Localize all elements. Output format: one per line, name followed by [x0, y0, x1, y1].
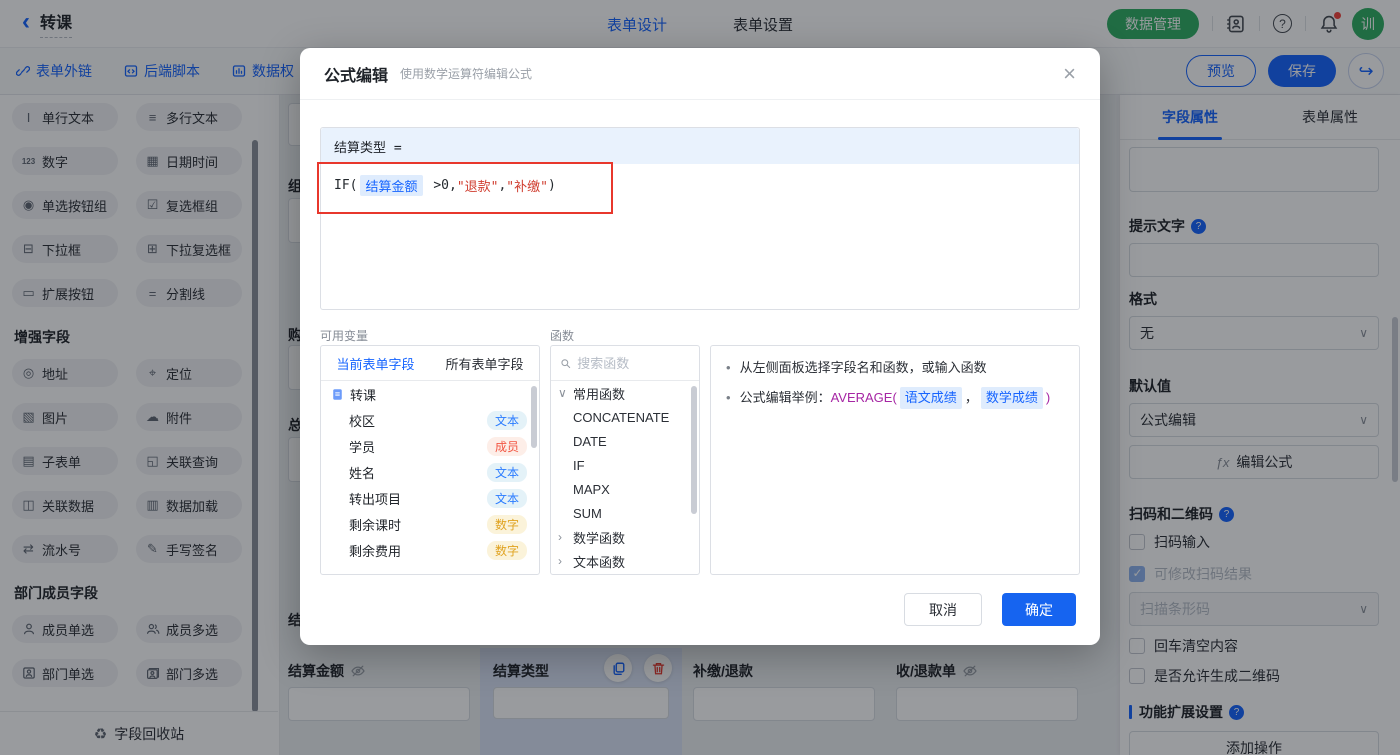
functions-panel: ∨常用函数CONCATENATEDATEIFMAPXSUM›数学函数›文本函数: [550, 345, 700, 575]
formula-segment: "补缴": [506, 176, 548, 195]
cancel-button[interactable]: 取消: [904, 593, 982, 626]
formula-expression[interactable]: IF(结算金额 >0,"退款","补缴"): [321, 164, 1079, 207]
formula-segment: >0,: [426, 178, 457, 193]
variable-item[interactable]: 剩余费用数字: [321, 537, 539, 563]
formula-segment: "退款": [457, 176, 499, 195]
variable-item[interactable]: 姓名文本: [321, 459, 539, 485]
doc-icon: [331, 388, 344, 401]
close-icon[interactable]: ×: [1063, 63, 1076, 85]
field-type-badge: 文本: [487, 463, 527, 482]
formula-segment: ): [548, 178, 556, 193]
function-item[interactable]: DATE: [551, 429, 699, 453]
formula-segment: ,: [498, 178, 506, 193]
chevron-right-icon: ›: [558, 530, 569, 544]
search-icon: [560, 357, 571, 370]
function-search-input[interactable]: [577, 356, 690, 371]
tab-current-form-fields[interactable]: 当前表单字段: [321, 346, 430, 380]
variables-scrollbar[interactable]: [531, 386, 537, 448]
variable-item[interactable]: 学员成员: [321, 433, 539, 459]
bullet: •: [726, 358, 731, 378]
function-search[interactable]: [551, 346, 699, 381]
formula-help-panel: • 从左侧面板选择字段名和函数，或输入函数 • 公式编辑举例：AVERAGE(语…: [710, 345, 1080, 575]
chevron-down-icon: ∨: [558, 386, 569, 400]
example-field-chip: 数学成绩: [981, 387, 1043, 409]
dialog-subtitle: 使用数学运算符编辑公式: [400, 65, 532, 82]
functions-scrollbar[interactable]: [691, 386, 697, 514]
function-group[interactable]: ›文本函数: [551, 549, 699, 573]
variables-section-label: 可用变量: [320, 327, 368, 344]
dialog-title: 公式编辑: [324, 62, 388, 86]
bullet: •: [726, 388, 731, 408]
variable-item[interactable]: 转出项目文本: [321, 485, 539, 511]
field-type-badge: 数字: [487, 541, 527, 560]
function-item[interactable]: CONCATENATE: [551, 405, 699, 429]
help-line: • 从左侧面板选择字段名和函数，或输入函数: [726, 358, 1064, 378]
chevron-right-icon: ›: [558, 554, 569, 568]
variable-item[interactable]: 剩余课时数字: [321, 511, 539, 537]
function-item[interactable]: IF: [551, 453, 699, 477]
variable-item[interactable]: 校区文本: [321, 407, 539, 433]
function-item[interactable]: MAPX: [551, 477, 699, 501]
confirm-button[interactable]: 确定: [1002, 593, 1076, 626]
variable-form-root[interactable]: 转课: [321, 381, 539, 407]
tab-all-form-fields[interactable]: 所有表单字段: [430, 346, 539, 380]
field-type-badge: 成员: [487, 437, 527, 456]
formula-editor[interactable]: 结算类型 = IF(结算金额 >0,"退款","补缴"): [320, 127, 1080, 310]
variables-panel: 当前表单字段 所有表单字段 转课校区文本学员成员姓名文本转出项目文本剩余课时数字…: [320, 345, 540, 575]
example-field-chip: 语文成绩: [900, 387, 962, 409]
functions-section-label: 函数: [550, 327, 574, 344]
formula-segment: IF(: [334, 178, 357, 193]
function-item[interactable]: SUM: [551, 501, 699, 525]
formula-target: 结算类型 =: [321, 128, 1079, 164]
field-type-badge: 文本: [487, 489, 527, 508]
function-group[interactable]: ›数学函数: [551, 525, 699, 549]
field-type-badge: 数字: [487, 515, 527, 534]
function-group[interactable]: ∨常用函数: [551, 381, 699, 405]
help-line-example: • 公式编辑举例：AVERAGE(语文成绩，数学成绩): [726, 387, 1064, 409]
formula-field-chip[interactable]: 结算金额: [360, 175, 422, 196]
field-type-badge: 文本: [487, 411, 527, 430]
formula-edit-dialog: 公式编辑 使用数学运算符编辑公式 × 结算类型 = IF(结算金额 >0,"退款…: [300, 48, 1100, 645]
